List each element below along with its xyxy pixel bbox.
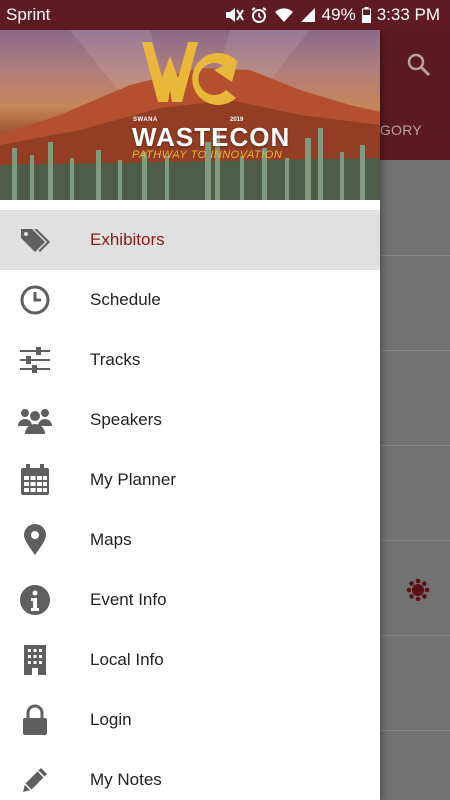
- drawer-menu: Exhibitors Schedule Tracks Speakers My P…: [0, 210, 380, 800]
- menu-item-schedule[interactable]: Schedule: [0, 270, 380, 330]
- clock-icon: [17, 282, 53, 318]
- menu-item-local-info[interactable]: Local Info: [0, 630, 380, 690]
- battery-icon: [361, 7, 371, 23]
- info-icon: [17, 582, 53, 618]
- drawer-banner: SWANA 2019 WASTECON PATHWAY TO INNOVATIO…: [0, 30, 380, 200]
- menu-item-tracks[interactable]: Tracks: [0, 330, 380, 390]
- wifi-icon: [274, 7, 294, 23]
- clock-time: 3:33 PM: [376, 5, 440, 24]
- lock-icon: [17, 702, 53, 738]
- menu-item-speakers[interactable]: Speakers: [0, 390, 380, 450]
- menu-item-label: Maps: [90, 530, 132, 549]
- mute-icon: [224, 6, 244, 24]
- menu-item-label: Schedule: [90, 290, 161, 309]
- pencil-icon: [17, 762, 53, 798]
- flower-badge-icon: [406, 578, 430, 607]
- menu-item-label: My Notes: [90, 770, 162, 789]
- menu-item-label: Local Info: [90, 650, 164, 669]
- calendar-icon: [17, 462, 53, 498]
- menu-item-label: Event Info: [90, 590, 167, 609]
- logo-tagline: PATHWAY TO INNOVATION: [132, 149, 283, 161]
- menu-item-label: Tracks: [90, 350, 141, 369]
- battery-percent: 49%: [321, 5, 356, 24]
- drawer-spacer: [0, 200, 380, 210]
- signal-icon: [300, 7, 316, 23]
- alarm-icon: [250, 6, 268, 24]
- menu-item-login[interactable]: Login: [0, 690, 380, 750]
- menu-item-label: Exhibitors: [90, 230, 165, 249]
- users-icon: [17, 402, 53, 438]
- search-icon[interactable]: [406, 52, 432, 83]
- navigation-drawer: SWANA 2019 WASTECON PATHWAY TO INNOVATIO…: [0, 30, 380, 800]
- menu-item-label: Login: [90, 710, 132, 729]
- menu-item-event-info[interactable]: Event Info: [0, 570, 380, 630]
- status-bar: Sprint 49% 3:33 PM: [0, 0, 450, 30]
- menu-item-my-notes[interactable]: My Notes: [0, 750, 380, 800]
- menu-item-label: My Planner: [90, 470, 176, 489]
- menu-item-maps[interactable]: Maps: [0, 510, 380, 570]
- menu-item-label: Speakers: [90, 410, 162, 429]
- menu-item-exhibitors[interactable]: Exhibitors: [0, 210, 380, 270]
- menu-item-my-planner[interactable]: My Planner: [0, 450, 380, 510]
- building-icon: [17, 642, 53, 678]
- sliders-icon: [17, 342, 53, 378]
- tags-icon: [17, 222, 53, 258]
- map-pin-icon: [17, 522, 53, 558]
- landscape-image: [0, 30, 380, 200]
- carrier-name: Sprint: [6, 5, 51, 24]
